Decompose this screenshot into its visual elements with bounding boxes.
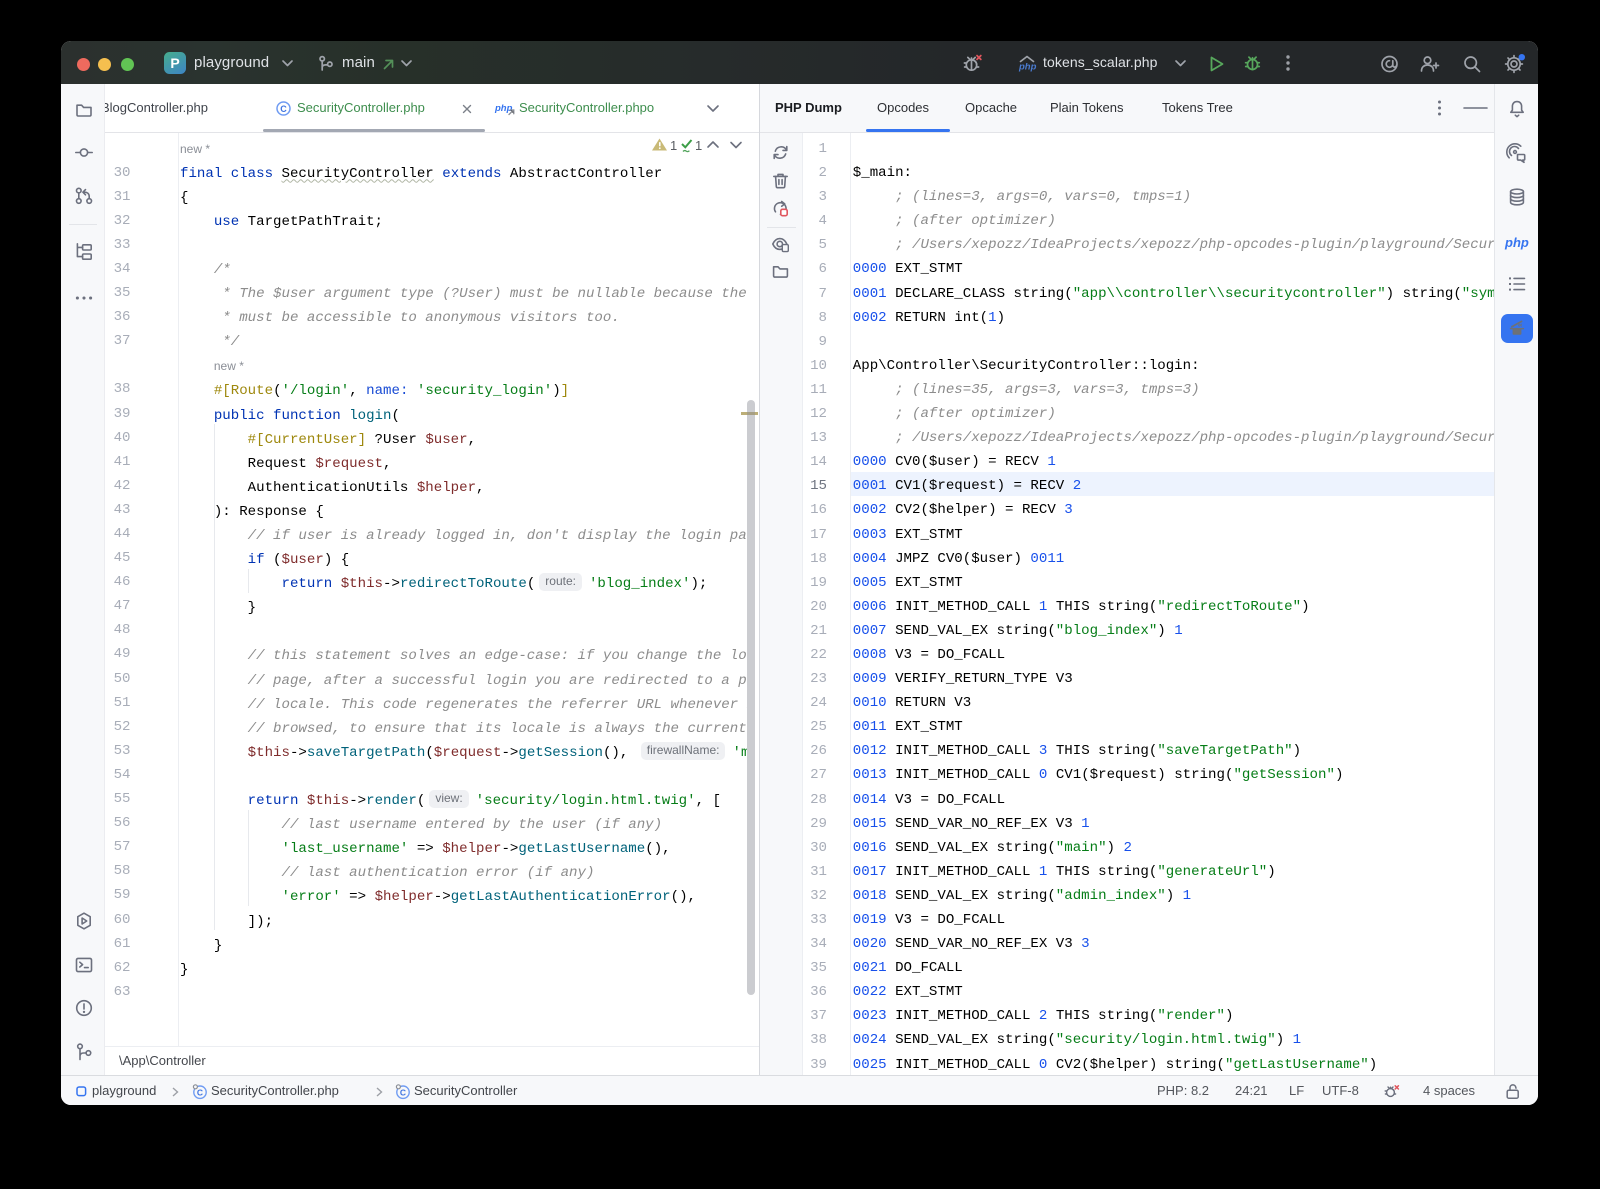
svg-text:C: C bbox=[280, 104, 287, 114]
svg-text:1: 1 bbox=[670, 138, 677, 153]
svg-text:php: php bbox=[494, 103, 513, 114]
svg-text:C: C bbox=[400, 1087, 406, 1097]
svg-text:php: php bbox=[1018, 62, 1037, 73]
svg-text:C: C bbox=[197, 1087, 203, 1097]
svg-text:php: php bbox=[1504, 235, 1529, 250]
svg-text:1: 1 bbox=[695, 138, 702, 153]
